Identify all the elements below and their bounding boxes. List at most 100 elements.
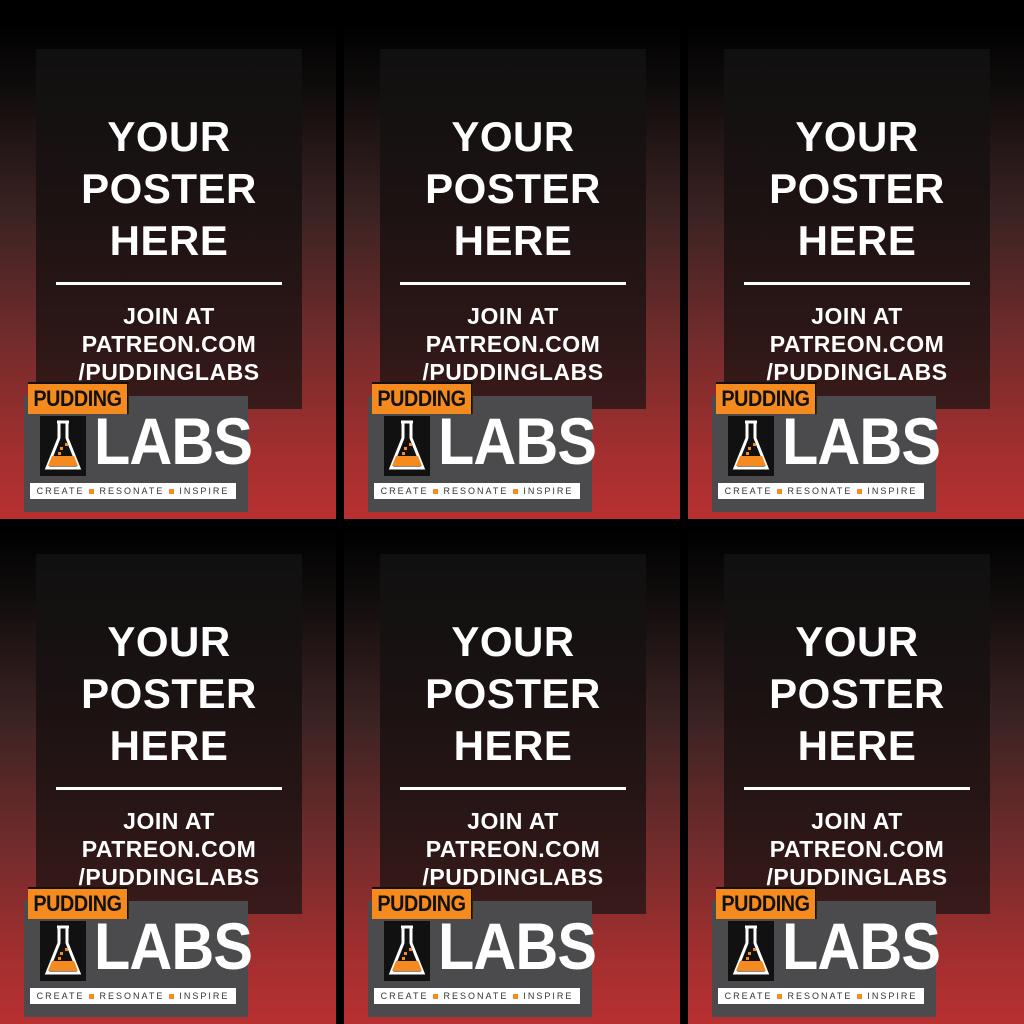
logo-pudding-text: PUDDING: [716, 887, 817, 919]
tagline-word: CREATE: [380, 486, 429, 496]
logo-tagline: CREATE RESONATE INSPIRE: [374, 483, 580, 499]
poster-text-panel: YOUR POSTER HERE JOIN AT PATREON.COM /PU…: [724, 554, 990, 914]
poster-6: YOUR POSTER HERE JOIN AT PATREON.COM /PU…: [688, 528, 1024, 1024]
poster-title-line-3: HERE: [453, 722, 573, 769]
poster-title-line-1: YOUR: [451, 113, 575, 160]
join-line-1: JOIN AT: [811, 303, 903, 329]
pudding-labs-logo: LABS CREATE RESONATE INSPIRE PUDDING: [368, 887, 630, 1024]
poster-title-line-3: HERE: [109, 217, 229, 264]
join-line-2: PATREON.COM: [81, 836, 257, 862]
tagline-separator: [89, 994, 95, 1000]
flask-icon: [384, 416, 430, 476]
flask-icon: [40, 416, 86, 476]
logo-labs-text: LABS: [438, 909, 597, 983]
join-line-1: JOIN AT: [467, 303, 559, 329]
poster-title-line-2: POSTER: [425, 670, 601, 717]
flask-icon: [728, 416, 774, 476]
tagline-word: INSPIRE: [867, 991, 918, 1001]
divider-line: [744, 282, 970, 285]
tagline-word: CREATE: [724, 486, 773, 496]
tagline-separator: [513, 489, 519, 495]
tagline-word: CREATE: [36, 991, 85, 1001]
join-line-1: JOIN AT: [123, 808, 215, 834]
poster-1: YOUR POSTER HERE JOIN AT PATREON.COM /PU…: [0, 23, 336, 519]
logo-labs-text: LABS: [782, 404, 941, 478]
divider-line: [400, 787, 626, 790]
poster-title-line-1: YOUR: [795, 618, 919, 665]
tagline-separator: [169, 489, 175, 495]
tagline-word: RESONATE: [787, 991, 853, 1001]
tagline-word: INSPIRE: [179, 991, 230, 1001]
join-line-2: PATREON.COM: [425, 331, 601, 357]
join-line-2: PATREON.COM: [769, 331, 945, 357]
tagline-separator: [169, 994, 175, 1000]
join-line-2: PATREON.COM: [769, 836, 945, 862]
logo-labs-text: LABS: [94, 404, 253, 478]
divider-line: [400, 282, 626, 285]
poster-title-line-2: POSTER: [425, 165, 601, 212]
poster-text-panel: YOUR POSTER HERE JOIN AT PATREON.COM /PU…: [380, 554, 646, 914]
logo-tagline: CREATE RESONATE INSPIRE: [30, 483, 236, 499]
logo-tagline: CREATE RESONATE INSPIRE: [374, 988, 580, 1004]
tagline-separator: [513, 994, 519, 1000]
poster-text-panel: YOUR POSTER HERE JOIN AT PATREON.COM /PU…: [36, 49, 302, 409]
tagline-word: CREATE: [380, 991, 429, 1001]
poster-title-line-2: POSTER: [81, 670, 257, 717]
join-line-1: JOIN AT: [123, 303, 215, 329]
logo-tagline: CREATE RESONATE INSPIRE: [30, 988, 236, 1004]
logo-pudding-text: PUDDING: [372, 887, 473, 919]
tagline-separator: [777, 489, 783, 495]
tagline-separator: [433, 489, 439, 495]
flask-icon: [728, 921, 774, 981]
pudding-labs-logo: LABS CREATE RESONATE INSPIRE PUDDING: [712, 887, 974, 1024]
poster-title-line-2: POSTER: [81, 165, 257, 212]
tagline-separator: [857, 489, 863, 495]
poster-title-line-1: YOUR: [795, 113, 919, 160]
poster-4: YOUR POSTER HERE JOIN AT PATREON.COM /PU…: [0, 528, 336, 1024]
poster-title-line-3: HERE: [797, 217, 917, 264]
pudding-labs-logo: LABS CREATE RESONATE INSPIRE PUDDING: [24, 887, 286, 1024]
pudding-labs-logo: LABS CREATE RESONATE INSPIRE PUDDING: [24, 382, 286, 519]
tagline-word: INSPIRE: [179, 486, 230, 496]
poster-text-panel: YOUR POSTER HERE JOIN AT PATREON.COM /PU…: [380, 49, 646, 409]
poster-title-line-3: HERE: [797, 722, 917, 769]
join-line-1: JOIN AT: [467, 808, 559, 834]
logo-labs-text: LABS: [94, 909, 253, 983]
poster-title-line-2: POSTER: [769, 670, 945, 717]
tagline-word: INSPIRE: [523, 991, 574, 1001]
tagline-separator: [777, 994, 783, 1000]
divider-line: [56, 282, 282, 285]
logo-pudding-text: PUDDING: [716, 382, 817, 414]
poster-title-line-1: YOUR: [107, 113, 231, 160]
join-line-2: PATREON.COM: [425, 836, 601, 862]
logo-tagline: CREATE RESONATE INSPIRE: [718, 483, 924, 499]
tagline-word: RESONATE: [443, 991, 509, 1001]
logo-pudding-text: PUDDING: [28, 887, 129, 919]
tagline-word: INSPIRE: [523, 486, 574, 496]
poster-title-line-3: HERE: [453, 217, 573, 264]
flask-icon: [40, 921, 86, 981]
join-line-2: PATREON.COM: [81, 331, 257, 357]
logo-labs-text: LABS: [782, 909, 941, 983]
tagline-word: RESONATE: [787, 486, 853, 496]
logo-tagline: CREATE RESONATE INSPIRE: [718, 988, 924, 1004]
logo-pudding-text: PUDDING: [28, 382, 129, 414]
tagline-separator: [433, 994, 439, 1000]
poster-3: YOUR POSTER HERE JOIN AT PATREON.COM /PU…: [688, 23, 1024, 519]
tagline-separator: [857, 994, 863, 1000]
pudding-labs-logo: LABS CREATE RESONATE INSPIRE PUDDING: [712, 382, 974, 519]
pudding-labs-logo: LABS CREATE RESONATE INSPIRE PUDDING: [368, 382, 630, 519]
poster-5: YOUR POSTER HERE JOIN AT PATREON.COM /PU…: [344, 528, 680, 1024]
poster-title-line-1: YOUR: [107, 618, 231, 665]
logo-labs-text: LABS: [438, 404, 597, 478]
tagline-separator: [89, 489, 95, 495]
poster-title-line-1: YOUR: [451, 618, 575, 665]
divider-line: [56, 787, 282, 790]
divider-line: [744, 787, 970, 790]
logo-pudding-text: PUDDING: [372, 382, 473, 414]
poster-title-line-3: HERE: [109, 722, 229, 769]
tagline-word: RESONATE: [99, 991, 165, 1001]
tagline-word: CREATE: [36, 486, 85, 496]
poster-title-line-2: POSTER: [769, 165, 945, 212]
poster-text-panel: YOUR POSTER HERE JOIN AT PATREON.COM /PU…: [724, 49, 990, 409]
